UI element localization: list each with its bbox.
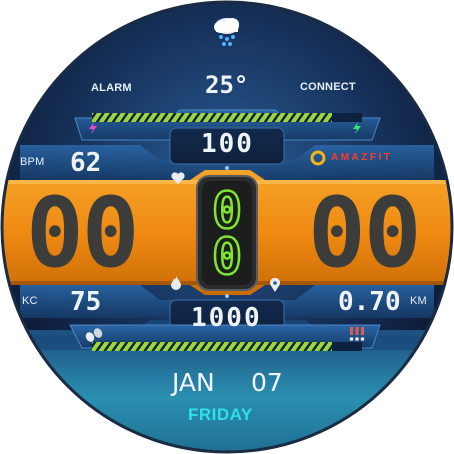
brand-ring-icon	[310, 150, 326, 166]
hours-value: 00	[26, 177, 140, 289]
temperature-value: 25°	[205, 71, 249, 99]
distance-value: 0.70	[338, 287, 401, 317]
charging-bolt-icon	[89, 122, 97, 134]
weekday-value: FRIDAY	[188, 405, 253, 424]
calories-label: KC	[22, 295, 38, 307]
snow-cloud-icon	[214, 18, 239, 46]
steps-value: 1000	[191, 303, 262, 333]
battery-value: 100	[201, 129, 254, 159]
heart-icon	[171, 172, 185, 184]
alarm-label: ALARM	[91, 82, 132, 94]
watch-face: 25° ALARM CONNECT 100 BPM 62 AMAZFIT 00 …	[0, 0, 454, 454]
footsteps-icon	[85, 328, 103, 342]
day-value: 07	[251, 368, 283, 397]
notification-icon	[349, 327, 365, 341]
heart-rate-label: BPM	[20, 156, 45, 168]
brand-text: AMAZFIT	[331, 152, 393, 163]
charged-bolt-icon	[353, 122, 361, 134]
distance-label: KM	[410, 295, 427, 307]
time-separator-bottom: 0	[211, 228, 244, 286]
flame-icon	[171, 276, 181, 290]
location-pin-icon	[270, 278, 280, 292]
connect-label: CONNECT	[300, 81, 356, 93]
month-value: JAN	[172, 368, 215, 397]
minutes-value: 00	[308, 177, 422, 289]
calories-value: 75	[70, 287, 102, 317]
heart-rate-value: 62	[70, 148, 102, 178]
